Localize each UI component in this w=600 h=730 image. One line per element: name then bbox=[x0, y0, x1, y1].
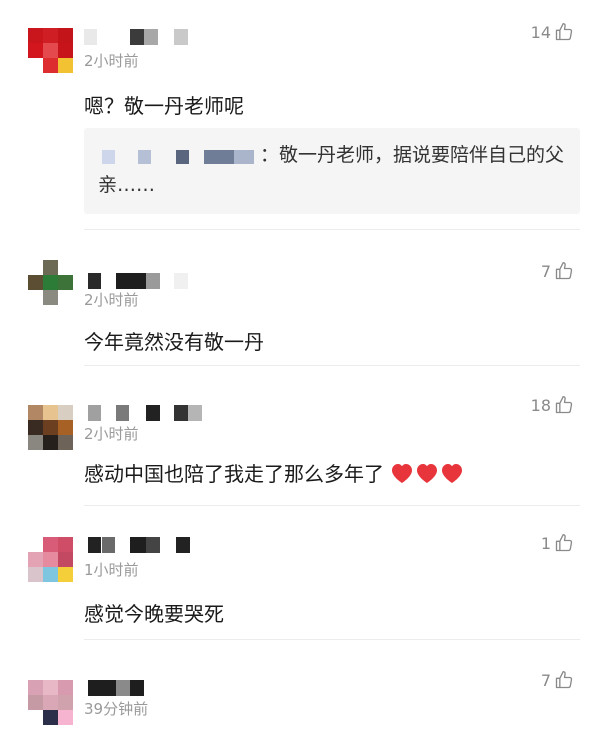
like-count: 7 bbox=[540, 261, 551, 281]
heart-emojis bbox=[390, 462, 464, 484]
username[interactable] bbox=[84, 405, 214, 421]
avatar[interactable] bbox=[28, 537, 73, 582]
comment-time: 2小时前 bbox=[84, 425, 139, 443]
username[interactable] bbox=[84, 273, 194, 289]
red-heart-icon bbox=[442, 464, 462, 483]
like-button[interactable]: 18 bbox=[531, 395, 574, 415]
comment-item: 2小时前 14 嗯？敬一丹老师呢 ：敬一丹老师，据说要陪伴自己的父亲…… bbox=[0, 0, 600, 230]
like-count: 7 bbox=[540, 670, 551, 690]
comment-item: 1小时前 1 感觉今晚要哭死 bbox=[0, 505, 600, 640]
comment-text: 感觉今晚要哭死 bbox=[84, 602, 224, 626]
thumbs-up-icon bbox=[555, 534, 573, 552]
comment-time: 2小时前 bbox=[84, 291, 139, 309]
like-button[interactable]: 7 bbox=[541, 670, 574, 690]
thumbs-up-icon bbox=[555, 396, 573, 414]
avatar[interactable] bbox=[28, 405, 73, 450]
quoted-reply[interactable]: ：敬一丹老师，据说要陪伴自己的父亲…… bbox=[84, 128, 580, 214]
like-count: 14 bbox=[530, 22, 551, 42]
thumbs-up-icon bbox=[555, 262, 573, 280]
comment-time: 1小时前 bbox=[84, 561, 139, 579]
comment-text: 今年竟然没有敬一丹 bbox=[84, 330, 264, 354]
comment-text-content: 感动中国也陪了我走了那么多年了 bbox=[84, 462, 384, 486]
like-count: 18 bbox=[530, 395, 551, 415]
username[interactable] bbox=[84, 680, 194, 696]
username[interactable] bbox=[84, 537, 194, 553]
comment-text: 感动中国也陪了我走了那么多年了 bbox=[84, 458, 464, 487]
like-button[interactable]: 7 bbox=[541, 261, 574, 281]
reply-username[interactable] bbox=[98, 147, 260, 165]
red-heart-icon bbox=[417, 464, 437, 483]
like-button[interactable]: 14 bbox=[531, 22, 574, 42]
comment-item: 2小时前 18 感动中国也陪了我走了那么多年了 bbox=[0, 365, 600, 506]
comment-item: 2小时前 7 今年竟然没有敬一丹 bbox=[0, 230, 600, 366]
avatar[interactable] bbox=[28, 260, 73, 305]
comment-item: 39分钟前 7 bbox=[0, 640, 600, 730]
thumbs-up-icon bbox=[555, 671, 573, 689]
like-count: 1 bbox=[540, 533, 551, 553]
like-button[interactable]: 1 bbox=[541, 533, 574, 553]
avatar[interactable] bbox=[28, 680, 73, 725]
comment-text: 嗯？敬一丹老师呢 bbox=[84, 94, 244, 118]
avatar[interactable] bbox=[28, 28, 73, 73]
comment-time: 2小时前 bbox=[84, 52, 139, 70]
comment-time: 39分钟前 bbox=[84, 700, 149, 718]
red-heart-icon bbox=[392, 464, 412, 483]
username[interactable] bbox=[84, 29, 194, 45]
thumbs-up-icon bbox=[555, 23, 573, 41]
